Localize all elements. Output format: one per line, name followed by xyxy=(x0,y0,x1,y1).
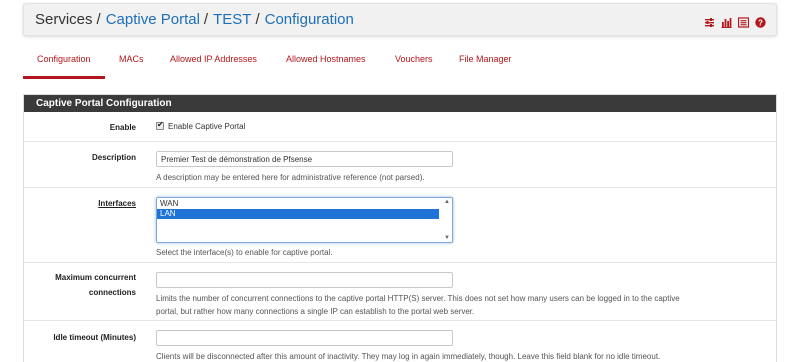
interfaces-row: Interfaces WAN LAN ▲ ▼ Select the interf… xyxy=(24,187,776,262)
description-label: Description xyxy=(91,153,136,162)
description-row: Description Premier Test de démonstratio… xyxy=(24,141,776,187)
help-icon[interactable]: ? xyxy=(755,15,766,28)
max-connections-hint: Limits the number of concurrent connecti… xyxy=(156,292,766,318)
max-connections-hint-line1: Limits the number of concurrent connecti… xyxy=(156,294,680,303)
tab-file-manager[interactable]: File Manager xyxy=(459,54,512,64)
tab-bar: Configuration MACs Allowed IP Addresses … xyxy=(23,54,777,80)
enable-checkbox[interactable] xyxy=(156,120,164,130)
sliders-icon[interactable] xyxy=(704,15,715,27)
max-connections-label-line2: connections xyxy=(88,288,136,297)
breadcrumb-test[interactable]: TEST xyxy=(213,11,251,28)
idle-timeout-row: Idle timeout (Minutes) Clients will be d… xyxy=(24,320,776,362)
interfaces-option-lan[interactable]: LAN xyxy=(157,209,439,219)
max-connections-input[interactable] xyxy=(156,272,453,288)
max-connections-row: Maximum concurrent connections Limits th… xyxy=(24,262,776,320)
enable-row: Enable Enable Captive Portal xyxy=(24,112,776,141)
interfaces-hint: Select the interface(s) to enable for ca… xyxy=(156,248,333,257)
description-input[interactable]: Premier Test de démonstration de Pfsense xyxy=(156,151,453,167)
max-connections-label: Maximum concurrent connections xyxy=(55,272,136,298)
scroll-up-arrow-icon[interactable]: ▲ xyxy=(444,199,450,205)
interfaces-option-wan[interactable]: WAN xyxy=(157,199,439,209)
tab-allowed-hostnames[interactable]: Allowed Hostnames xyxy=(286,54,366,64)
breadcrumb-separator: / xyxy=(203,11,209,28)
interfaces-label: Interfaces xyxy=(98,199,136,208)
bar-chart-icon[interactable] xyxy=(721,15,732,28)
svg-text:?: ? xyxy=(758,18,763,27)
enable-checkbox-label[interactable]: Enable Captive Portal xyxy=(168,122,245,131)
list-icon[interactable] xyxy=(737,15,750,28)
description-hint: A description may be entered here for ad… xyxy=(156,173,425,182)
idle-timeout-hint: Clients will be disconnected after this … xyxy=(156,352,661,361)
interfaces-listbox[interactable]: WAN LAN ▲ ▼ xyxy=(156,197,453,243)
breadcrumb-separator: / xyxy=(255,11,260,28)
tab-vouchers[interactable]: Vouchers xyxy=(395,54,433,64)
tab-allowed-ip-addresses[interactable]: Allowed IP Addresses xyxy=(170,54,257,64)
breadcrumb: Services / Captive Portal / TEST / Configurati… xyxy=(35,11,354,28)
enable-label: Enable xyxy=(109,123,136,132)
tab-macs[interactable]: MACs xyxy=(119,54,144,64)
panel-title: Captive Portal Configuration xyxy=(24,95,776,112)
max-connections-hint-line2: portal, but rather how many connections … xyxy=(156,307,475,316)
breadcrumb-services: Services xyxy=(35,11,93,28)
breadcrumb-configuration[interactable]: Configuration xyxy=(265,11,354,28)
idle-timeout-input[interactable] xyxy=(156,330,453,346)
captive-portal-config-panel: Captive Portal Configuration Enable Enab… xyxy=(23,94,777,362)
breadcrumb-captive-portal[interactable]: Captive Portal xyxy=(106,11,200,28)
active-tab-indicator xyxy=(23,76,105,79)
idle-timeout-label: Idle timeout (Minutes) xyxy=(53,333,136,342)
breadcrumb-bar: Services / Captive Portal / TEST / Configurati… xyxy=(23,3,777,36)
max-connections-label-line1: Maximum concurrent xyxy=(55,273,136,282)
header-icons: ? xyxy=(704,15,766,28)
scroll-down-arrow-icon[interactable]: ▼ xyxy=(444,235,450,241)
breadcrumb-separator: / xyxy=(96,11,101,28)
tab-configuration[interactable]: Configuration xyxy=(37,54,91,64)
enable-control: Enable Captive Portal xyxy=(156,120,245,131)
